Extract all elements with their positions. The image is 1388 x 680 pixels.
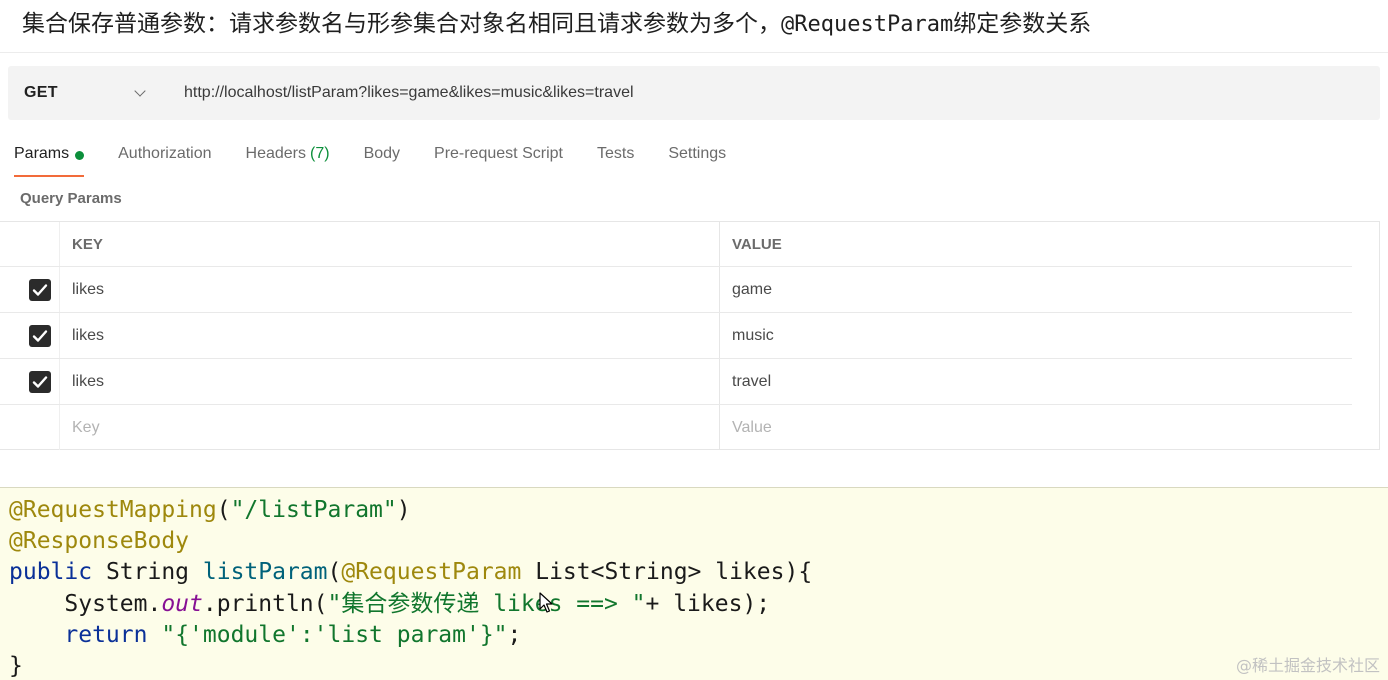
mouse-cursor-icon xyxy=(539,592,553,613)
checkmark-icon xyxy=(32,330,48,342)
code-line: @ResponseBody xyxy=(9,526,1388,557)
code-text: List<String> likes){ xyxy=(521,559,813,586)
param-checkbox[interactable] xyxy=(29,371,51,393)
modified-dot-icon xyxy=(75,151,85,160)
url-input[interactable] xyxy=(184,84,1284,102)
tab-settings[interactable]: Settings xyxy=(668,140,726,178)
tab-settings-label: Settings xyxy=(668,145,727,162)
code-keyword: public xyxy=(9,559,93,586)
tab-body-label: Body xyxy=(363,145,401,162)
chevron-down-icon xyxy=(134,85,146,97)
query-params-label: Query Params xyxy=(20,190,122,207)
new-value-input[interactable]: Value xyxy=(732,405,772,450)
request-url-bar: GET xyxy=(8,66,1380,120)
headline-annotation: @RequestParam xyxy=(781,12,954,37)
headline-text-before: 集合保存普通参数：请求参数名与形参集合对象名相同且请求参数为多个， xyxy=(22,11,781,37)
headline-text-after: 绑定参数关系 xyxy=(953,11,1092,37)
checkmark-icon xyxy=(32,376,48,388)
request-tabs: Params Authorization Headers (7) Body Pre… xyxy=(14,140,760,178)
query-params-table: KEY VALUE likes game likes music likes t… xyxy=(0,221,1380,450)
tab-authorization-label: Authorization xyxy=(118,145,212,162)
tab-tests[interactable]: Tests xyxy=(597,140,634,178)
table-row: likes travel xyxy=(0,359,1352,405)
value-column-header: VALUE xyxy=(732,235,782,253)
column-divider xyxy=(59,267,60,312)
code-text: + likes); xyxy=(645,590,771,617)
param-value-cell[interactable]: music xyxy=(732,313,774,358)
table-row: likes music xyxy=(0,313,1352,359)
code-string: "{'module':'list param'}" xyxy=(161,621,508,648)
code-text: .println( xyxy=(202,590,328,617)
tab-pre-request-script[interactable]: Pre-request Script xyxy=(434,140,563,178)
code-text: System. xyxy=(9,590,162,617)
key-column-header: KEY xyxy=(72,235,103,253)
code-annotation: @ResponseBody xyxy=(9,528,190,555)
column-divider xyxy=(59,359,60,404)
code-text: } xyxy=(9,652,23,679)
table-row-new: Key Value xyxy=(0,405,1352,450)
column-divider xyxy=(719,222,720,266)
table-row: likes game xyxy=(0,267,1352,313)
param-key-cell[interactable]: likes xyxy=(72,359,104,404)
new-key-input[interactable]: Key xyxy=(72,405,100,450)
tab-headers-label: Headers xyxy=(245,145,306,162)
code-punct: ) xyxy=(396,497,411,523)
param-key-cell[interactable]: likes xyxy=(72,267,104,312)
tab-authorization[interactable]: Authorization xyxy=(118,140,211,178)
code-punct: ( xyxy=(327,559,342,586)
code-line: return "{'module':'list param'}"; xyxy=(9,620,1388,651)
tab-params[interactable]: Params xyxy=(14,140,85,178)
method-label: GET xyxy=(24,84,58,101)
column-divider xyxy=(719,313,720,358)
code-punct: ( xyxy=(216,497,231,523)
column-divider xyxy=(59,405,60,450)
method-select[interactable]: GET xyxy=(8,84,158,102)
param-key-cell[interactable]: likes xyxy=(72,313,104,358)
column-divider xyxy=(719,267,720,312)
code-string: "/listParam" xyxy=(230,497,397,523)
checkmark-icon xyxy=(32,284,48,296)
code-method-name: listParam xyxy=(202,559,328,586)
param-checkbox[interactable] xyxy=(29,279,51,301)
code-line: System.out.println("集合参数传递 likes ==> "+ … xyxy=(9,589,1388,620)
code-field: out xyxy=(161,590,203,617)
param-checkbox[interactable] xyxy=(29,325,51,347)
code-annotation: @RequestParam xyxy=(341,559,522,586)
watermark: @稀土掘金技术社区 xyxy=(1235,656,1380,675)
column-divider xyxy=(719,359,720,404)
code-snippet: @RequestMapping("/listParam") @ResponseB… xyxy=(0,487,1388,680)
tab-pre-request-label: Pre-request Script xyxy=(434,145,563,162)
divider xyxy=(0,52,1388,53)
tab-params-label: Params xyxy=(14,145,70,162)
code-string: "集合参数传递 likes ==> " xyxy=(327,590,646,617)
table-header-row: KEY VALUE xyxy=(0,222,1352,267)
tab-headers[interactable]: Headers (7) xyxy=(246,140,330,178)
code-line: @RequestMapping("/listParam") xyxy=(9,495,1388,526)
tab-body[interactable]: Body xyxy=(364,140,400,178)
column-divider xyxy=(719,405,720,450)
column-divider xyxy=(59,313,60,358)
code-line: public String listParam(@RequestParam Li… xyxy=(9,557,1388,588)
code-annotation: @RequestMapping xyxy=(9,497,217,523)
code-text: String xyxy=(92,559,203,586)
slide-headline: 集合保存普通参数：请求参数名与形参集合对象名相同且请求参数为多个，@Reques… xyxy=(22,6,1388,42)
code-keyword: return xyxy=(64,621,148,648)
param-value-cell[interactable]: game xyxy=(732,267,772,312)
code-line: } xyxy=(9,651,1388,680)
code-text: ; xyxy=(507,621,522,648)
param-value-cell[interactable]: travel xyxy=(732,359,771,404)
headers-count: (7) xyxy=(310,145,330,162)
column-divider xyxy=(59,222,60,266)
tab-tests-label: Tests xyxy=(596,145,635,162)
